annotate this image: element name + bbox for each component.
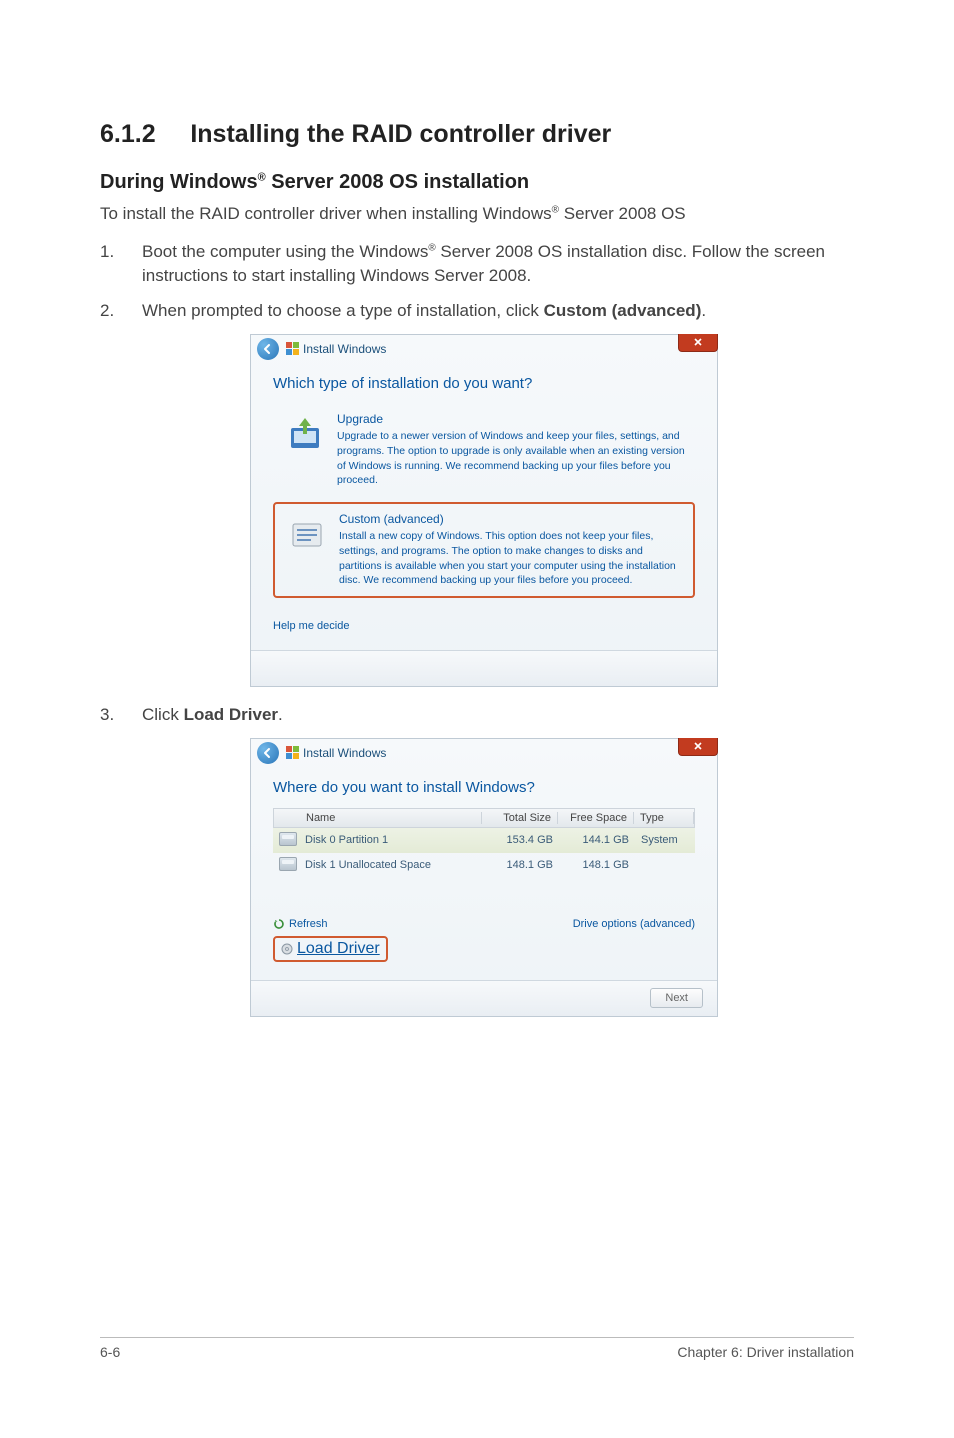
table-row[interactable]: Disk 0 Partition 1 153.4 GB 144.1 GB Sys… [273,828,695,853]
intro-paragraph: To install the RAID controller driver wh… [100,202,854,226]
dialog-footer: Next [251,980,717,1016]
col-total: Total Size [482,812,558,824]
close-button[interactable] [678,738,718,756]
custom-option[interactable]: Custom (advanced) Install a new copy of … [273,502,695,598]
custom-desc: Install a new copy of Windows. This opti… [339,530,676,586]
load-driver-button[interactable]: Load Driver [273,936,388,962]
section-heading: 6.1.2 Installing the RAID controller dri… [100,120,854,149]
arrow-left-icon [262,747,274,759]
col-free: Free Space [558,812,634,824]
dialog-title: Install Windows [303,342,386,356]
subheading: During Windows® Server 2008 OS installat… [100,171,854,194]
upgrade-icon [283,412,327,456]
drive-options-link[interactable]: Drive options (advanced) [573,918,695,930]
page-number: 6-6 [100,1344,120,1360]
titlebar: Install Windows [251,335,717,363]
close-icon [693,741,703,751]
custom-icon [285,512,329,556]
titlebar: Install Windows [251,739,717,767]
step-2: 2. When prompted to choose a type of ins… [100,299,854,324]
page-footer: 6-6 Chapter 6: Driver installation [100,1337,854,1360]
table-row[interactable]: Disk 1 Unallocated Space 148.1 GB 148.1 … [273,853,695,878]
col-type: Type [634,812,694,824]
refresh-icon [273,918,285,930]
disk-icon [279,832,297,846]
install-type-prompt: Which type of installation do you want? [273,375,695,392]
install-where-prompt: Where do you want to install Windows? [273,779,695,796]
disk-icon [279,857,297,871]
custom-title: Custom (advanced) [339,512,683,528]
section-title: Installing the RAID controller driver [190,120,611,148]
arrow-left-icon [262,343,274,355]
windows-flag-icon [285,342,299,356]
back-button[interactable] [257,742,279,764]
col-name: Name [300,812,482,824]
close-icon [693,337,703,347]
upgrade-title: Upgrade [337,412,685,428]
install-location-dialog: Install Windows Where do you want to ins… [250,738,718,1017]
back-button[interactable] [257,338,279,360]
refresh-link[interactable]: Refresh [273,918,328,930]
help-me-decide-link[interactable]: Help me decide [273,620,695,632]
next-button[interactable]: Next [650,988,703,1008]
step-1: 1. Boot the computer using the Windows® … [100,240,854,289]
chapter-label: Chapter 6: Driver installation [677,1344,854,1360]
upgrade-option[interactable]: Upgrade Upgrade to a newer version of Wi… [273,404,695,496]
cd-icon [281,943,293,955]
install-type-dialog: Install Windows Which type of installati… [250,334,718,687]
upgrade-desc: Upgrade to a newer version of Windows an… [337,430,685,486]
dialog-footer [251,650,717,686]
windows-flag-icon [285,746,299,760]
disk-table-header: Name Total Size Free Space Type [273,808,695,828]
section-number: 6.1.2 [100,120,156,148]
dialog-title: Install Windows [303,746,386,760]
step-3: 3. Click Load Driver. [100,703,854,728]
close-button[interactable] [678,334,718,352]
